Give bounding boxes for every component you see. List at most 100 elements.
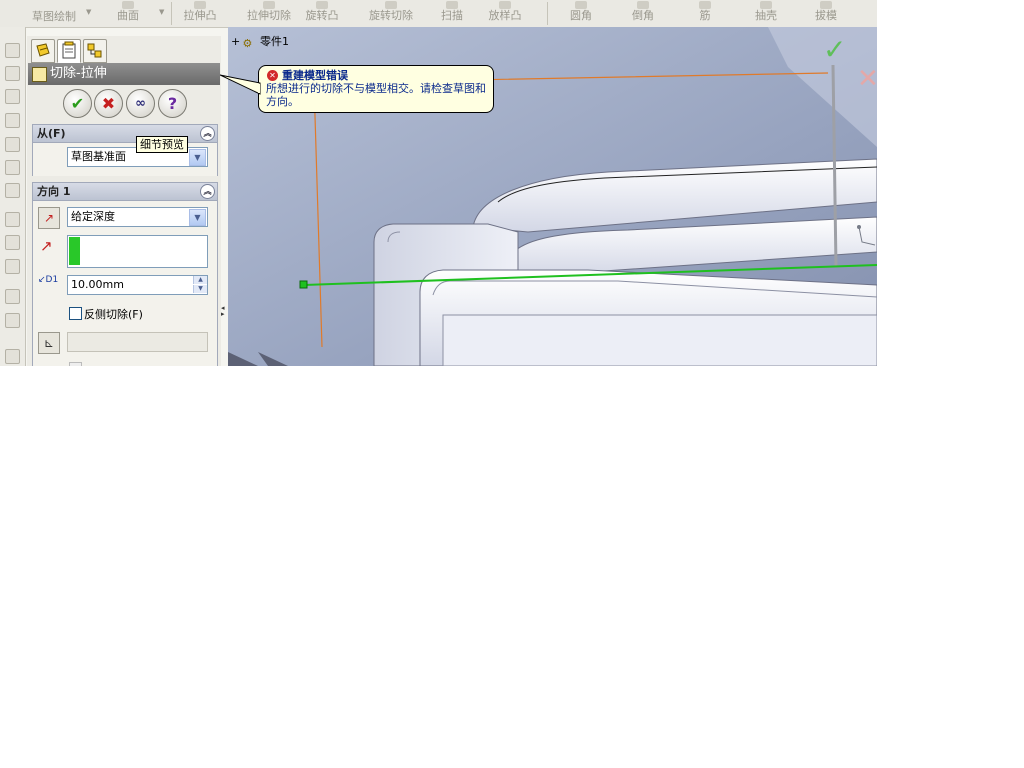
error-title: 重建模型错误 bbox=[282, 69, 348, 82]
surface-icon bbox=[122, 1, 134, 9]
balloon-tail bbox=[220, 74, 261, 95]
box-icon[interactable] bbox=[5, 89, 20, 104]
box-icon[interactable] bbox=[5, 160, 20, 175]
collapse-icon[interactable]: ︽ bbox=[200, 184, 215, 199]
toolbar-shell-label: 抽壳 bbox=[755, 9, 777, 22]
toolbar-chamfer-label: 倒角 bbox=[632, 9, 654, 22]
spin-up-icon[interactable]: ▲ bbox=[193, 276, 207, 284]
smart-dimension-icon[interactable] bbox=[5, 235, 20, 250]
box-icon[interactable] bbox=[5, 66, 20, 81]
toolbar-rib-button[interactable]: 筋 bbox=[694, 0, 716, 27]
draft-toggle-button[interactable]: ⊾ bbox=[38, 332, 60, 354]
toolbar-revolve-cut-label: 旋转切除 bbox=[369, 9, 413, 22]
draft-angle-icon: ⊾ bbox=[43, 336, 55, 350]
feature-title: 切除-拉伸 bbox=[50, 66, 107, 81]
spin-down-icon[interactable]: ▼ bbox=[193, 285, 207, 293]
confirm-ok-icon[interactable]: ✓ bbox=[823, 33, 846, 66]
toolbar-surface-button[interactable]: 曲面 bbox=[108, 0, 148, 27]
cancel-button[interactable]: ✖ bbox=[94, 89, 123, 118]
flip-side-cut-checkbox[interactable] bbox=[69, 307, 82, 320]
toolbar-shell-button[interactable]: 抽壳 bbox=[750, 0, 782, 27]
box-icon[interactable] bbox=[5, 43, 20, 58]
sketch-endpoint[interactable] bbox=[299, 280, 308, 289]
expand-icon[interactable]: + bbox=[231, 35, 240, 48]
toolbar-dropdown-icon[interactable]: ▼ bbox=[86, 8, 91, 16]
feature-tree-root[interactable]: + ⚙ 零件1 bbox=[231, 33, 289, 50]
end-condition-select[interactable]: 给定深度 ▼ bbox=[67, 207, 208, 227]
toolbar-fillet-button[interactable]: 圆角 bbox=[566, 0, 596, 27]
from-group-header[interactable]: 从(F) ︽ bbox=[32, 124, 218, 143]
splitter-grip-icon[interactable]: ◂ ▸ bbox=[221, 305, 226, 325]
glasses-icon: ∞ bbox=[135, 96, 146, 111]
extrude-cut-icon bbox=[32, 67, 47, 82]
toolbar-sweep-button[interactable]: 扫描 bbox=[437, 0, 467, 27]
toolbar-sketch-button[interactable]: 草图绘制 bbox=[26, 0, 82, 27]
solidworks-window: 草图绘制 ▼ 曲面 ▼ 拉伸凸 拉伸切除 旋转凸 旋转切除 扫描 放样凸 圆角 … bbox=[0, 0, 877, 366]
extrude-boss-icon bbox=[194, 1, 206, 9]
shell-icon bbox=[760, 1, 772, 9]
box-icon[interactable] bbox=[5, 183, 20, 198]
confirm-cancel-icon[interactable]: ✕ bbox=[857, 64, 877, 94]
toolbar-chamfer-button[interactable]: 倒角 bbox=[628, 0, 658, 27]
toolbar-extrude-boss-label: 拉伸凸 bbox=[183, 9, 217, 22]
from-group-label: 从(F) bbox=[37, 127, 66, 140]
direction1-group-body: ↗ 给定深度 ▼ ↗ ↙D1 10.00mm ▲ ▼ 反侧切除(F) ⊾ bbox=[32, 201, 218, 366]
toolbar-revolve-boss-button[interactable]: 旋转凸 bbox=[302, 0, 342, 27]
property-manager: 切除-拉伸 ✔ ✖ ∞ ? 从(F) ︽ 草图基准面 ▼ 方向 1 ︽ ↗ 给定… bbox=[27, 36, 221, 366]
features-toolbar: 草图绘制 ▼ 曲面 ▼ 拉伸凸 拉伸切除 旋转凸 旋转切除 扫描 放样凸 圆角 … bbox=[0, 0, 877, 28]
collapse-icon[interactable]: ︽ bbox=[200, 126, 215, 141]
reverse-direction-icon: ↗ bbox=[43, 211, 55, 225]
help-icon: ? bbox=[167, 94, 178, 113]
part-icon: ⚙ bbox=[242, 37, 253, 50]
toolbar-loft-boss-button[interactable]: 放样凸 bbox=[484, 0, 526, 27]
end-condition-value: 给定深度 bbox=[71, 210, 115, 223]
revolve-boss-icon bbox=[316, 1, 328, 9]
toolbar-extrude-boss-button[interactable]: 拉伸凸 bbox=[178, 0, 222, 27]
draft-outward-checkbox[interactable] bbox=[69, 362, 82, 366]
toolbar-draft-button[interactable]: 拔模 bbox=[811, 0, 841, 27]
toolbar-separator bbox=[547, 2, 548, 25]
fillet-icon bbox=[575, 1, 587, 9]
manager-tabs bbox=[27, 36, 221, 63]
from-group-body: 草图基准面 ▼ bbox=[32, 143, 218, 176]
layers-icon[interactable] bbox=[5, 349, 20, 364]
tab-feature-manager[interactable] bbox=[31, 39, 55, 63]
toolbar-dropdown-icon[interactable]: ▼ bbox=[159, 8, 164, 16]
draft-icon bbox=[820, 1, 832, 9]
tab-configuration-manager[interactable] bbox=[83, 39, 107, 63]
chevron-down-icon[interactable]: ▼ bbox=[189, 149, 206, 166]
tab-property-manager[interactable] bbox=[57, 39, 81, 63]
toolbar-separator bbox=[171, 2, 172, 25]
help-button[interactable]: ? bbox=[158, 89, 187, 118]
sweep-icon bbox=[446, 1, 458, 9]
box-icon[interactable] bbox=[5, 137, 20, 152]
toolbar-draft-label: 拔模 bbox=[815, 9, 837, 22]
toolbar-revolve-cut-button[interactable]: 旋转切除 bbox=[363, 0, 419, 27]
direction-selection-box[interactable] bbox=[67, 235, 208, 268]
toolbar-extrude-cut-button[interactable]: 拉伸切除 bbox=[243, 0, 295, 27]
layers-icon[interactable] bbox=[5, 289, 20, 304]
toolbar-rib-label: 筋 bbox=[699, 9, 711, 22]
direction1-group-header[interactable]: 方向 1 ︽ bbox=[32, 182, 218, 201]
sketch-line-icon[interactable] bbox=[5, 212, 20, 227]
toolbar-fillet-label: 圆角 bbox=[570, 9, 592, 22]
reverse-direction-button[interactable]: ↗ bbox=[38, 207, 60, 229]
depth-input[interactable]: 10.00mm ▲ ▼ bbox=[67, 275, 208, 295]
relations-icon[interactable] bbox=[5, 259, 20, 274]
layers-icon[interactable] bbox=[5, 313, 20, 328]
detail-preview-button[interactable]: ∞ bbox=[126, 89, 155, 118]
property-manager-icon bbox=[62, 41, 76, 59]
extrude-cut-icon bbox=[263, 1, 275, 9]
selection-highlight bbox=[69, 237, 80, 265]
toolbar-sweep-label: 扫描 bbox=[441, 9, 463, 22]
toolbar-sketch-label: 草图绘制 bbox=[32, 10, 76, 23]
toolbar-revolve-boss-label: 旋转凸 bbox=[305, 9, 339, 22]
box-icon[interactable] bbox=[5, 113, 20, 128]
draft-angle-input[interactable] bbox=[67, 332, 208, 352]
depth-value: 10.00mm bbox=[71, 278, 124, 291]
ok-button[interactable]: ✔ bbox=[63, 89, 92, 118]
feature-manager-icon bbox=[36, 43, 50, 57]
toolbar-extrude-cut-label: 拉伸切除 bbox=[247, 9, 291, 22]
chevron-down-icon[interactable]: ▼ bbox=[189, 209, 206, 226]
sketch-tools-strip bbox=[0, 27, 26, 366]
